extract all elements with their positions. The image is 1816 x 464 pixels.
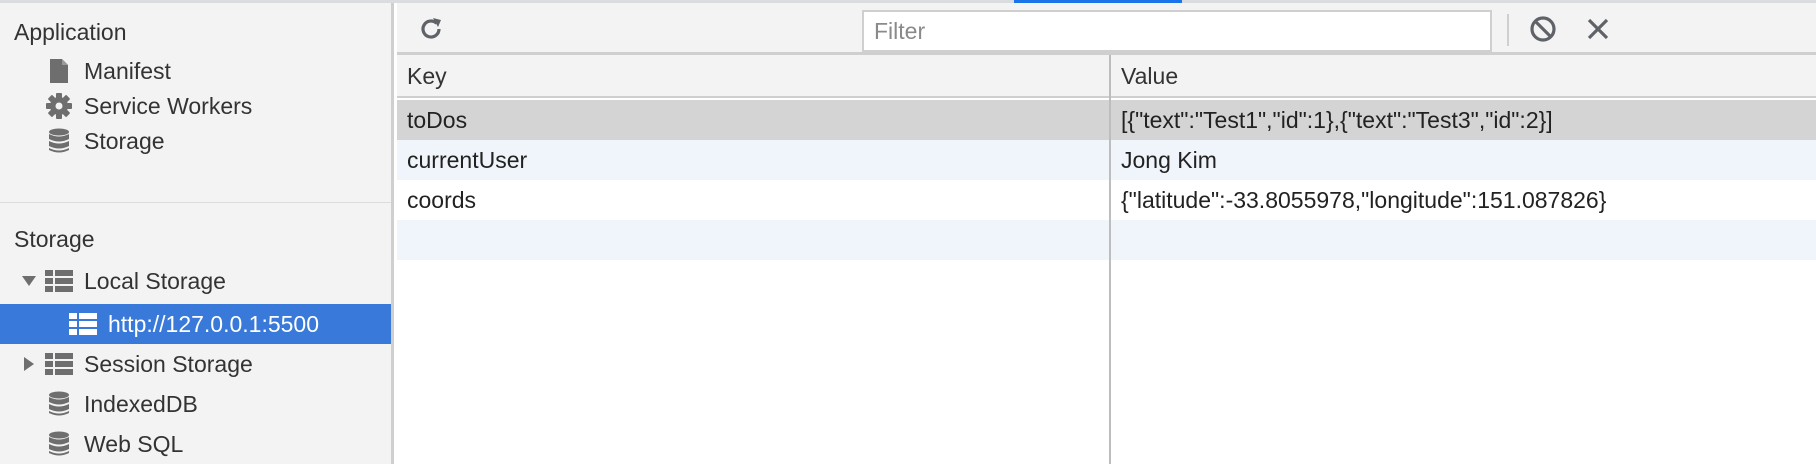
sidebar-item-label: Web SQL <box>84 430 184 457</box>
key-cell[interactable]: currentUser <box>397 140 1109 180</box>
sidebar-item-label: Session Storage <box>84 350 253 377</box>
gear-icon <box>44 91 74 121</box>
sidebar-item-storage[interactable]: Storage <box>0 121 391 161</box>
sidebar-item-label: Local Storage <box>84 267 226 294</box>
sidebar-item-local-storage[interactable]: Local Storage <box>0 261 391 301</box>
sidebar-item-label: IndexedDB <box>84 390 198 417</box>
toolbar-separator <box>1507 14 1509 46</box>
section-title-application: Application <box>14 19 127 45</box>
table-row[interactable]: currentUser Jong Kim <box>397 140 1816 180</box>
table-row[interactable]: toDos [{"text":"Test1","id":1},{"text":"… <box>397 100 1816 140</box>
sidebar: Application Manifest Service Workers Sto… <box>0 3 394 464</box>
expanded-triangle-icon[interactable] <box>20 275 38 287</box>
sidebar-item-indexeddb[interactable]: IndexedDB <box>0 384 391 424</box>
table-row[interactable]: coords {"latitude":-33.8055978,"longitud… <box>397 180 1816 220</box>
value-cell[interactable]: {"latitude":-33.8055978,"longitude":151.… <box>1111 180 1816 220</box>
column-resizer[interactable] <box>1109 55 1111 464</box>
refresh-icon <box>421 18 441 39</box>
refresh-button[interactable] <box>413 11 449 47</box>
database-icon <box>44 429 74 459</box>
storage-table: Key Value toDos [{"text":"Test1","id":1}… <box>397 55 1816 464</box>
filter-input[interactable] <box>862 10 1492 52</box>
close-icon <box>1587 18 1609 40</box>
table-header: Key Value <box>397 55 1816 98</box>
database-icon <box>44 389 74 419</box>
clear-all-button[interactable] <box>1525 11 1561 47</box>
sidebar-item-manifest[interactable]: Manifest <box>0 51 391 91</box>
column-header-value[interactable]: Value <box>1111 55 1178 98</box>
value-cell[interactable]: Jong Kim <box>1111 140 1816 180</box>
sidebar-item-label: Manifest <box>84 57 171 84</box>
grid-icon <box>68 309 98 339</box>
sidebar-item-session-storage[interactable]: Session Storage <box>0 344 391 384</box>
sidebar-item-label: http://127.0.0.1:5500 <box>108 310 320 337</box>
empty-row[interactable] <box>397 220 1816 260</box>
sidebar-item-service-workers[interactable]: Service Workers <box>0 86 391 126</box>
column-header-key[interactable]: Key <box>397 55 447 98</box>
grid-icon <box>44 349 74 379</box>
value-cell[interactable]: [{"text":"Test1","id":1},{"text":"Test3"… <box>1111 100 1816 140</box>
sidebar-divider <box>0 202 391 203</box>
delete-selected-button[interactable] <box>1580 11 1616 47</box>
file-icon <box>44 56 74 86</box>
database-icon <box>44 126 74 156</box>
section-title-storage: Storage <box>14 226 95 252</box>
block-icon <box>1530 16 1556 42</box>
storage-toolbar <box>397 3 1816 55</box>
key-cell[interactable]: toDos <box>397 100 1109 140</box>
sidebar-item-origin-127-0-0-1[interactable]: http://127.0.0.1:5500 <box>0 304 391 344</box>
sidebar-item-web-sql[interactable]: Web SQL <box>0 424 391 464</box>
grid-icon <box>44 266 74 296</box>
sidebar-item-label: Service Workers <box>84 92 253 119</box>
collapsed-triangle-icon[interactable] <box>20 357 38 371</box>
key-cell[interactable]: coords <box>397 180 1109 220</box>
sidebar-item-label: Storage <box>84 127 165 154</box>
